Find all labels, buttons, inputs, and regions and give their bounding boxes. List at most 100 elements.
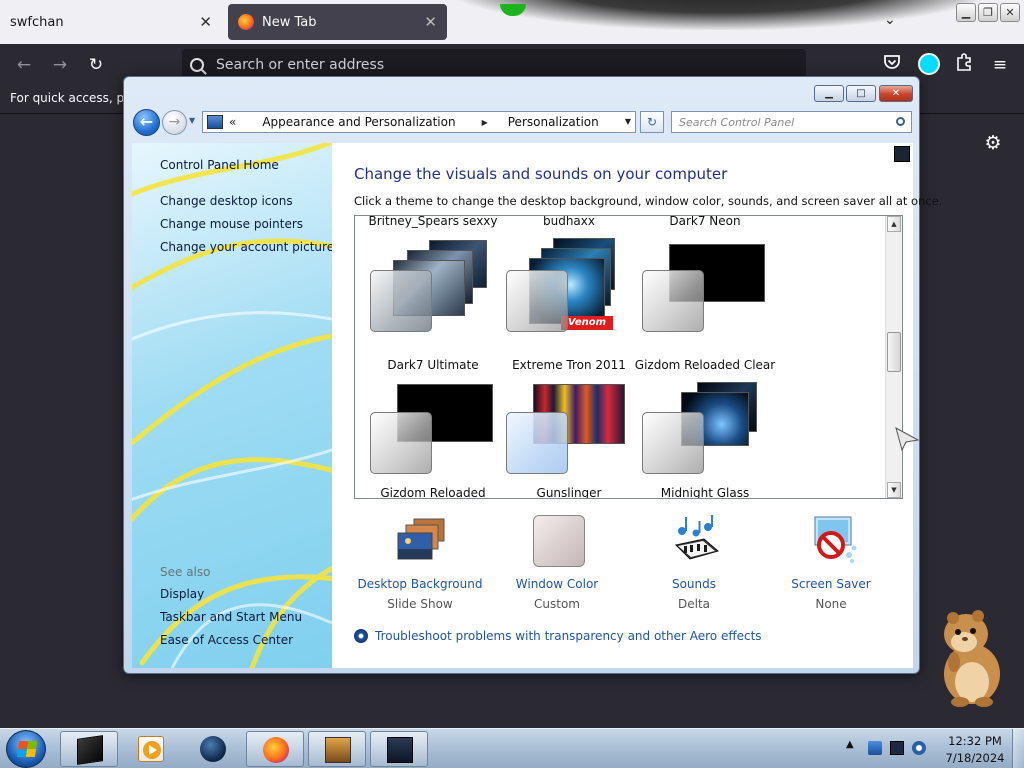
theme-name: Gunslinger bbox=[536, 486, 602, 499]
taskbar-app-media[interactable] bbox=[122, 731, 180, 767]
tab-swfchan[interactable]: swfchan ✕ bbox=[0, 4, 222, 40]
close-icon[interactable]: ✕ bbox=[199, 13, 212, 31]
taskbar-app-globe[interactable] bbox=[184, 731, 242, 767]
theme-tile[interactable]: Gunslinger bbox=[491, 378, 627, 498]
breadcrumb-overflow[interactable]: « bbox=[229, 115, 236, 129]
display-link[interactable]: Display bbox=[160, 587, 204, 601]
terminal-icon bbox=[77, 735, 103, 765]
bookmarks-hint: For quick access, plac bbox=[10, 91, 142, 105]
theme-name: Extreme Tron 2011 bbox=[512, 358, 626, 372]
minimize-icon[interactable]: ▁ bbox=[814, 85, 844, 102]
windows-logo-icon bbox=[16, 741, 38, 757]
theme-label-partial[interactable]: Dark7 Neon bbox=[627, 216, 783, 228]
help-icon[interactable] bbox=[894, 146, 910, 162]
search-box[interactable] bbox=[671, 111, 912, 133]
option-label: Sounds bbox=[671, 577, 717, 591]
theme-preview bbox=[491, 378, 627, 490]
desktop-background-option[interactable]: Desktop Background Slide Show bbox=[350, 515, 490, 615]
option-value: None bbox=[815, 597, 847, 611]
change-mouse-pointers-link[interactable]: Change mouse pointers bbox=[160, 217, 303, 231]
change-account-picture-link[interactable]: Change your account picture bbox=[160, 240, 332, 254]
close-icon[interactable]: ✕ bbox=[879, 85, 913, 102]
gear-icon[interactable]: ⚙ bbox=[982, 132, 1004, 154]
theme-preview bbox=[627, 378, 763, 490]
breadcrumb-separator-icon[interactable]: ▶ bbox=[482, 118, 488, 127]
taskbar-app-firefox[interactable] bbox=[246, 731, 304, 767]
forward-button[interactable]: → bbox=[162, 110, 187, 135]
puzzle-icon[interactable] bbox=[952, 53, 976, 77]
maximize-icon[interactable]: □ bbox=[846, 85, 876, 102]
pocket-icon[interactable] bbox=[880, 53, 904, 77]
theme-preview bbox=[627, 236, 765, 348]
breadcrumb-personalization[interactable]: Personalization bbox=[508, 115, 599, 129]
theme-list[interactable]: Britney_Spears sexxy budhaxx Dark7 Neon … bbox=[354, 215, 903, 499]
recent-pages-icon[interactable]: ▼ bbox=[189, 116, 195, 125]
chevron-down-icon[interactable]: ⌄ bbox=[884, 12, 896, 28]
search-input[interactable] bbox=[679, 115, 884, 129]
theme-preview: Venom bbox=[491, 236, 627, 348]
ease-of-access-link[interactable]: Ease of Access Center bbox=[160, 633, 293, 647]
reload-icon[interactable]: ↻ bbox=[84, 53, 108, 77]
taskbar-app-terminal[interactable] bbox=[60, 731, 118, 767]
network-icon[interactable] bbox=[890, 741, 904, 755]
scroll-up-icon[interactable]: ▲ bbox=[887, 216, 901, 232]
change-desktop-icons-link[interactable]: Change desktop icons bbox=[160, 194, 293, 208]
show-desktop-button[interactable] bbox=[1012, 729, 1024, 768]
tab-title: swfchan bbox=[10, 14, 64, 30]
option-label: Desktop Background bbox=[357, 577, 483, 591]
explorer-nav-bar: ← → ▼ « Appearance and Personalization ▶… bbox=[132, 107, 912, 137]
taskbar-app-control-panel[interactable] bbox=[370, 731, 428, 767]
theme-label-partial[interactable]: budhaxx bbox=[491, 216, 647, 228]
tab-new-tab[interactable]: New Tab ✕ bbox=[228, 4, 447, 40]
see-also-heading: See also bbox=[160, 565, 211, 579]
scroll-thumb[interactable] bbox=[887, 332, 901, 372]
scroll-down-icon[interactable]: ▼ bbox=[887, 482, 901, 498]
browser-tab-strip: swfchan ✕ New Tab ✕ ⌄ ▁ ❐ ✕ bbox=[0, 0, 1024, 44]
device-icon[interactable] bbox=[868, 741, 882, 755]
close-icon[interactable]: ✕ bbox=[1000, 3, 1020, 22]
theme-tile[interactable]: Gizdom Reloaded Clear bbox=[627, 236, 775, 386]
breadcrumb[interactable]: « Appearance and Personalization ▶ Perso… bbox=[202, 111, 636, 133]
sounds-option[interactable]: Sounds Delta bbox=[624, 515, 764, 615]
screen-saver-option[interactable]: Screen Saver None bbox=[761, 515, 901, 615]
volume-icon[interactable] bbox=[912, 741, 926, 755]
control-panel-home-link[interactable]: Control Panel Home bbox=[160, 158, 279, 172]
chevron-down-icon[interactable]: ▼ bbox=[625, 117, 631, 126]
start-button[interactable] bbox=[6, 730, 46, 768]
troubleshoot-link[interactable]: Troubleshoot problems with transparency … bbox=[354, 629, 762, 643]
search-icon[interactable] bbox=[896, 117, 905, 126]
address-input[interactable] bbox=[216, 57, 776, 73]
theme-tile[interactable]: Dark7 Ultimate bbox=[355, 236, 491, 386]
arrow-left-icon[interactable]: ← bbox=[12, 53, 36, 77]
page-subtitle: Click a theme to change the desktop back… bbox=[354, 194, 943, 208]
game-icon bbox=[325, 737, 351, 763]
window-color-option[interactable]: Window Color Custom bbox=[487, 515, 627, 615]
theme-list-scrollbar[interactable]: ▲ ▼ bbox=[885, 216, 902, 498]
personalization-pane: Change the visuals and sounds on your co… bbox=[332, 143, 942, 668]
taskbar-start-menu-link[interactable]: Taskbar and Start Menu bbox=[160, 610, 302, 624]
close-icon[interactable]: ✕ bbox=[424, 13, 437, 31]
breadcrumb-appearance[interactable]: Appearance and Personalization bbox=[262, 115, 455, 129]
show-hidden-icons[interactable]: ▲ bbox=[846, 739, 854, 750]
theme-name: Midnight Glass bbox=[660, 486, 750, 499]
desktop-background-icon bbox=[397, 518, 445, 560]
arrow-right-icon[interactable]: → bbox=[48, 53, 72, 77]
refresh-icon[interactable]: ↻ bbox=[640, 111, 664, 133]
back-button[interactable]: ← bbox=[133, 109, 160, 136]
minimize-icon[interactable]: ▁ bbox=[956, 3, 976, 22]
theme-badge: Venom bbox=[561, 316, 613, 330]
theme-tile[interactable]: Venom Extreme Tron 2011 bbox=[491, 236, 627, 386]
taskbar-clock[interactable]: 12:32 PM 7/18/2024 bbox=[930, 733, 1020, 767]
control-panel-icon bbox=[207, 115, 223, 129]
tab-title: New Tab bbox=[262, 14, 317, 30]
theme-tile[interactable]: Gizdom Reloaded bbox=[355, 378, 493, 498]
theme-tile[interactable]: Midnight Glass bbox=[627, 378, 763, 498]
screen-saver-icon bbox=[814, 516, 857, 563]
hamburger-icon[interactable]: ≡ bbox=[988, 53, 1012, 77]
account-icon[interactable] bbox=[918, 53, 940, 75]
control-panel-window: ▁ □ ✕ ← → ▼ « Appearance and Personaliza… bbox=[123, 76, 942, 674]
control-panel-icon bbox=[387, 737, 413, 763]
theme-label-partial[interactable]: Britney_Spears sexxy bbox=[355, 216, 511, 228]
taskbar-app-game[interactable] bbox=[308, 731, 366, 767]
restore-icon[interactable]: ❐ bbox=[978, 3, 998, 22]
